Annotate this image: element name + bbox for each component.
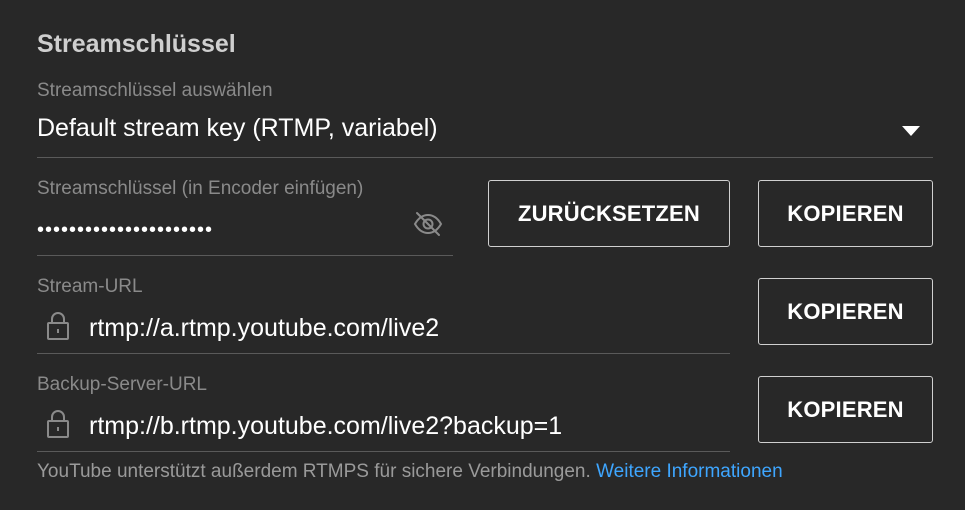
caret-down-icon — [902, 126, 920, 136]
stream-key-select[interactable]: Streamschlüssel auswählen Default stream… — [37, 78, 933, 158]
eye-off-icon[interactable] — [413, 211, 443, 237]
copy-backup-url-button[interactable]: KOPIEREN — [758, 376, 933, 443]
stream-url-underline — [37, 353, 730, 354]
stream-key-label: Streamschlüssel (in Encoder einfügen) — [37, 178, 364, 199]
stream-url-field: Stream-URL rtmp://a.rtmp.youtube.com/liv… — [37, 274, 730, 354]
stream-url-value: rtmp://a.rtmp.youtube.com/live2 — [89, 314, 440, 342]
rtmps-info-sentence: YouTube unterstützt außerdem RTMPS für s… — [37, 461, 591, 482]
copy-stream-key-button[interactable]: KOPIEREN — [758, 180, 933, 247]
rtmps-info-text: YouTube unterstützt außerdem RTMPS für s… — [37, 461, 783, 483]
stream-key-select-underline — [37, 157, 933, 158]
more-info-link[interactable]: Weitere Informationen — [596, 461, 783, 482]
backup-url-value: rtmp://b.rtmp.youtube.com/live2?backup=1 — [89, 412, 563, 440]
backup-url-underline — [37, 451, 730, 452]
backup-url-field: Backup-Server-URL rtmp://b.rtmp.youtube.… — [37, 372, 730, 452]
stream-key-masked-value: •••••••••••••••••••••• — [37, 219, 214, 241]
copy-stream-url-button[interactable]: KOPIEREN — [758, 278, 933, 345]
stream-key-field[interactable]: Streamschlüssel (in Encoder einfügen) ••… — [37, 176, 453, 256]
lock-icon — [46, 311, 70, 341]
stream-key-select-label: Streamschlüssel auswählen — [37, 80, 273, 101]
reset-stream-key-button[interactable]: ZURÜCKSETZEN — [488, 180, 730, 247]
section-title: Streamschlüssel — [37, 30, 236, 58]
stream-key-select-value: Default stream key (RTMP, variabel) — [37, 114, 438, 142]
stream-url-label: Stream-URL — [37, 276, 143, 297]
stream-key-underline — [37, 255, 453, 256]
lock-icon — [46, 409, 70, 439]
stream-key-panel: Streamschlüssel Streamschlüssel auswähle… — [0, 0, 965, 510]
backup-url-label: Backup-Server-URL — [37, 374, 207, 395]
